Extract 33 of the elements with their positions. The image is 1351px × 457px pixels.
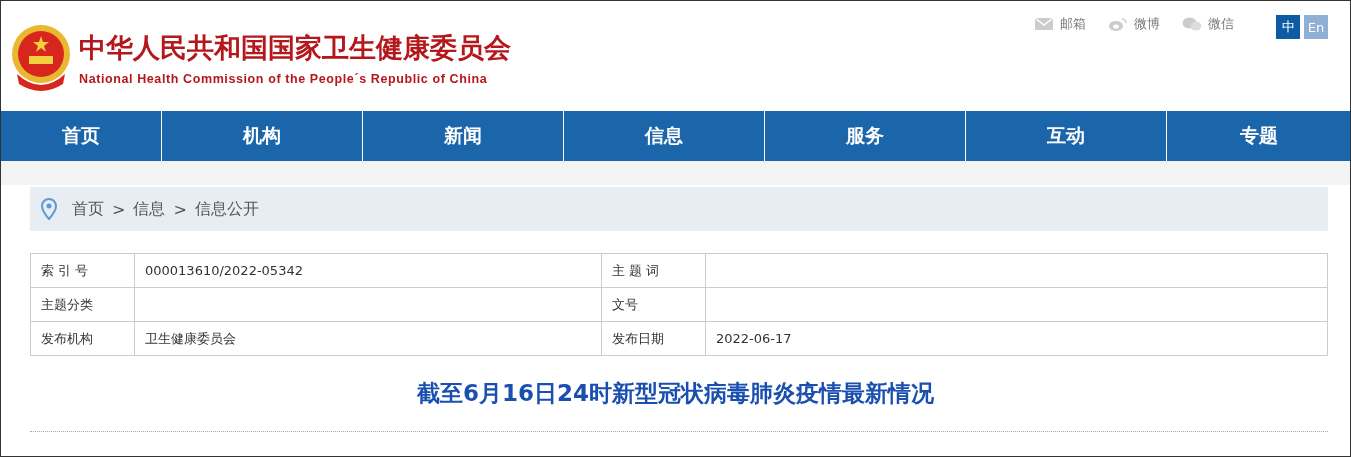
field-label: 文号 (612, 296, 638, 312)
field-value: 卫生健康委员会 (145, 330, 236, 346)
field-value: 000013610/2022-05342 (145, 263, 303, 278)
nav-item[interactable]: 信息 (564, 111, 764, 161)
header-link[interactable]: 微信 (1182, 15, 1234, 33)
field-label: 发布机构 (41, 330, 93, 346)
mail-icon (1034, 17, 1054, 31)
emblem-icon (9, 24, 73, 92)
language-button[interactable]: 中 (1276, 15, 1300, 39)
breadcrumb-separator: > (112, 199, 126, 219)
weibo-icon (1108, 17, 1128, 31)
nav-item[interactable]: 新闻 (363, 111, 563, 161)
nav-item[interactable]: 首页 (1, 111, 161, 161)
nav-item[interactable]: 专题 (1167, 111, 1350, 161)
site-title: 中华人民共和国国家卫生健康委员会 (79, 31, 511, 65)
breadcrumb-link[interactable]: 信息公开 (194, 198, 259, 220)
article-title: 截至6月16日24时新型冠状病毒肺炎疫情最新情况 (416, 379, 935, 408)
breadcrumb-link[interactable]: 信息 (133, 198, 166, 220)
field-value: 2022-06-17 (716, 331, 792, 346)
header-link[interactable]: 邮箱 (1034, 15, 1086, 33)
wechat-icon (1182, 17, 1202, 31)
header-link[interactable]: 微博 (1108, 15, 1160, 33)
nav-item[interactable]: 互动 (966, 111, 1166, 161)
field-label: 主 题 词 (612, 262, 660, 278)
field-label: 索 引 号 (41, 262, 89, 278)
breadcrumb-separator: > (173, 199, 187, 219)
location-pin-icon (40, 198, 58, 220)
nav-item[interactable]: 机构 (162, 111, 362, 161)
site-subtitle: National Health Commission of the People´s Republic of China (79, 72, 489, 86)
nav-item[interactable]: 服务 (765, 111, 965, 161)
field-label: 发布日期 (612, 330, 664, 346)
breadcrumb-link[interactable]: 首页 (72, 198, 104, 220)
field-label: 主题分类 (41, 296, 93, 312)
